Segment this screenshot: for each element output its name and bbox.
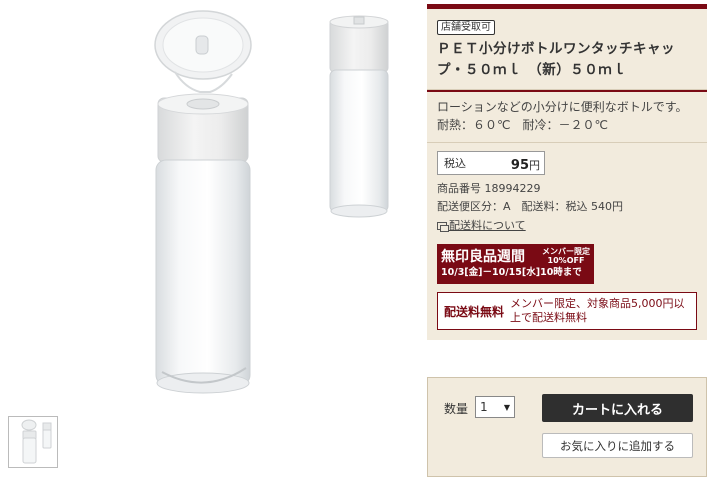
price-section: 税込 95円 商品番号 18994229 配送便区分：A 配送料：税込 540円… [427, 143, 707, 340]
add-to-favorites-button[interactable]: お気に入りに追加する [542, 433, 693, 458]
quantity-label: 数量 [444, 402, 469, 416]
free-shipping-text: メンバー限定、対象商品5,000円以上で配送料無料 [510, 297, 685, 324]
add-to-cart-button[interactable]: カートに入れる [542, 394, 693, 422]
shipping-info-link-text: 配送料について [449, 219, 526, 232]
free-shipping-label: 配送料無料 [444, 304, 505, 319]
free-shipping-notice: 配送料無料 メンバー限定、対象商品5,000円以上で配送料無料 [437, 292, 697, 330]
external-window-icon [437, 222, 449, 232]
promo-title: 無印良品週間 [441, 249, 525, 265]
product-main-image [0, 0, 420, 410]
price-amount: 95円 [511, 154, 540, 173]
promo-side-line1: メンバー限定 [542, 247, 590, 256]
price-label: 税込 [444, 157, 466, 170]
bottle-illustration [154, 10, 389, 394]
price-value: 95 [510, 157, 529, 173]
quantity-value: 1 [480, 400, 488, 414]
promo-side-line2: 10%OFF [547, 256, 585, 265]
product-info-panel: 店舗受取可 ＰＥＴ小分けボトルワンタッチキャップ・５０ｍｌ （新）５０ｍｌ ロー… [427, 4, 707, 340]
open-bottle [154, 10, 252, 394]
chevron-down-icon: ▼ [503, 402, 510, 412]
title-section: 店舗受取可 ＰＥＴ小分けボトルワンタッチキャップ・５０ｍｌ （新）５０ｍｌ [427, 9, 707, 90]
product-thumbnail[interactable] [8, 416, 58, 468]
price-box: 税込 95円 [437, 151, 545, 175]
closed-bottle [329, 15, 389, 218]
shipping-info-link[interactable]: 配送料について [437, 217, 526, 235]
quantity-select[interactable]: 1 ▼ [475, 396, 515, 418]
muji-week-promo-banner[interactable]: 無印良品週間 メンバー限定 10%OFF 10/3[金]－10/15[水]10時… [437, 244, 594, 284]
store-pickup-badge: 店舗受取可 [437, 20, 495, 35]
shipping-class: 配送便区分：A 配送料：税込 540円 [437, 200, 624, 213]
product-description: ローションなどの小分けに便利なボトルです。耐熱：６０℃ 耐冷：－２０℃ [427, 92, 707, 143]
cart-panel: 数量 1 ▼ カートに入れる お気に入りに追加する [427, 377, 707, 477]
product-title: ＰＥＴ小分けボトルワンタッチキャップ・５０ｍｌ （新）５０ｍｌ [437, 41, 675, 78]
promo-member-discount: メンバー限定 10%OFF [542, 247, 590, 265]
promo-dates: 10/3[金]－10/15[水]10時まで [441, 267, 582, 278]
thumbnail-image [21, 419, 52, 464]
price-unit: 円 [529, 158, 540, 172]
product-meta: 商品番号 18994229 配送便区分：A 配送料：税込 540円 配送料につい… [437, 180, 697, 236]
item-number: 商品番号 18994229 [437, 182, 541, 195]
